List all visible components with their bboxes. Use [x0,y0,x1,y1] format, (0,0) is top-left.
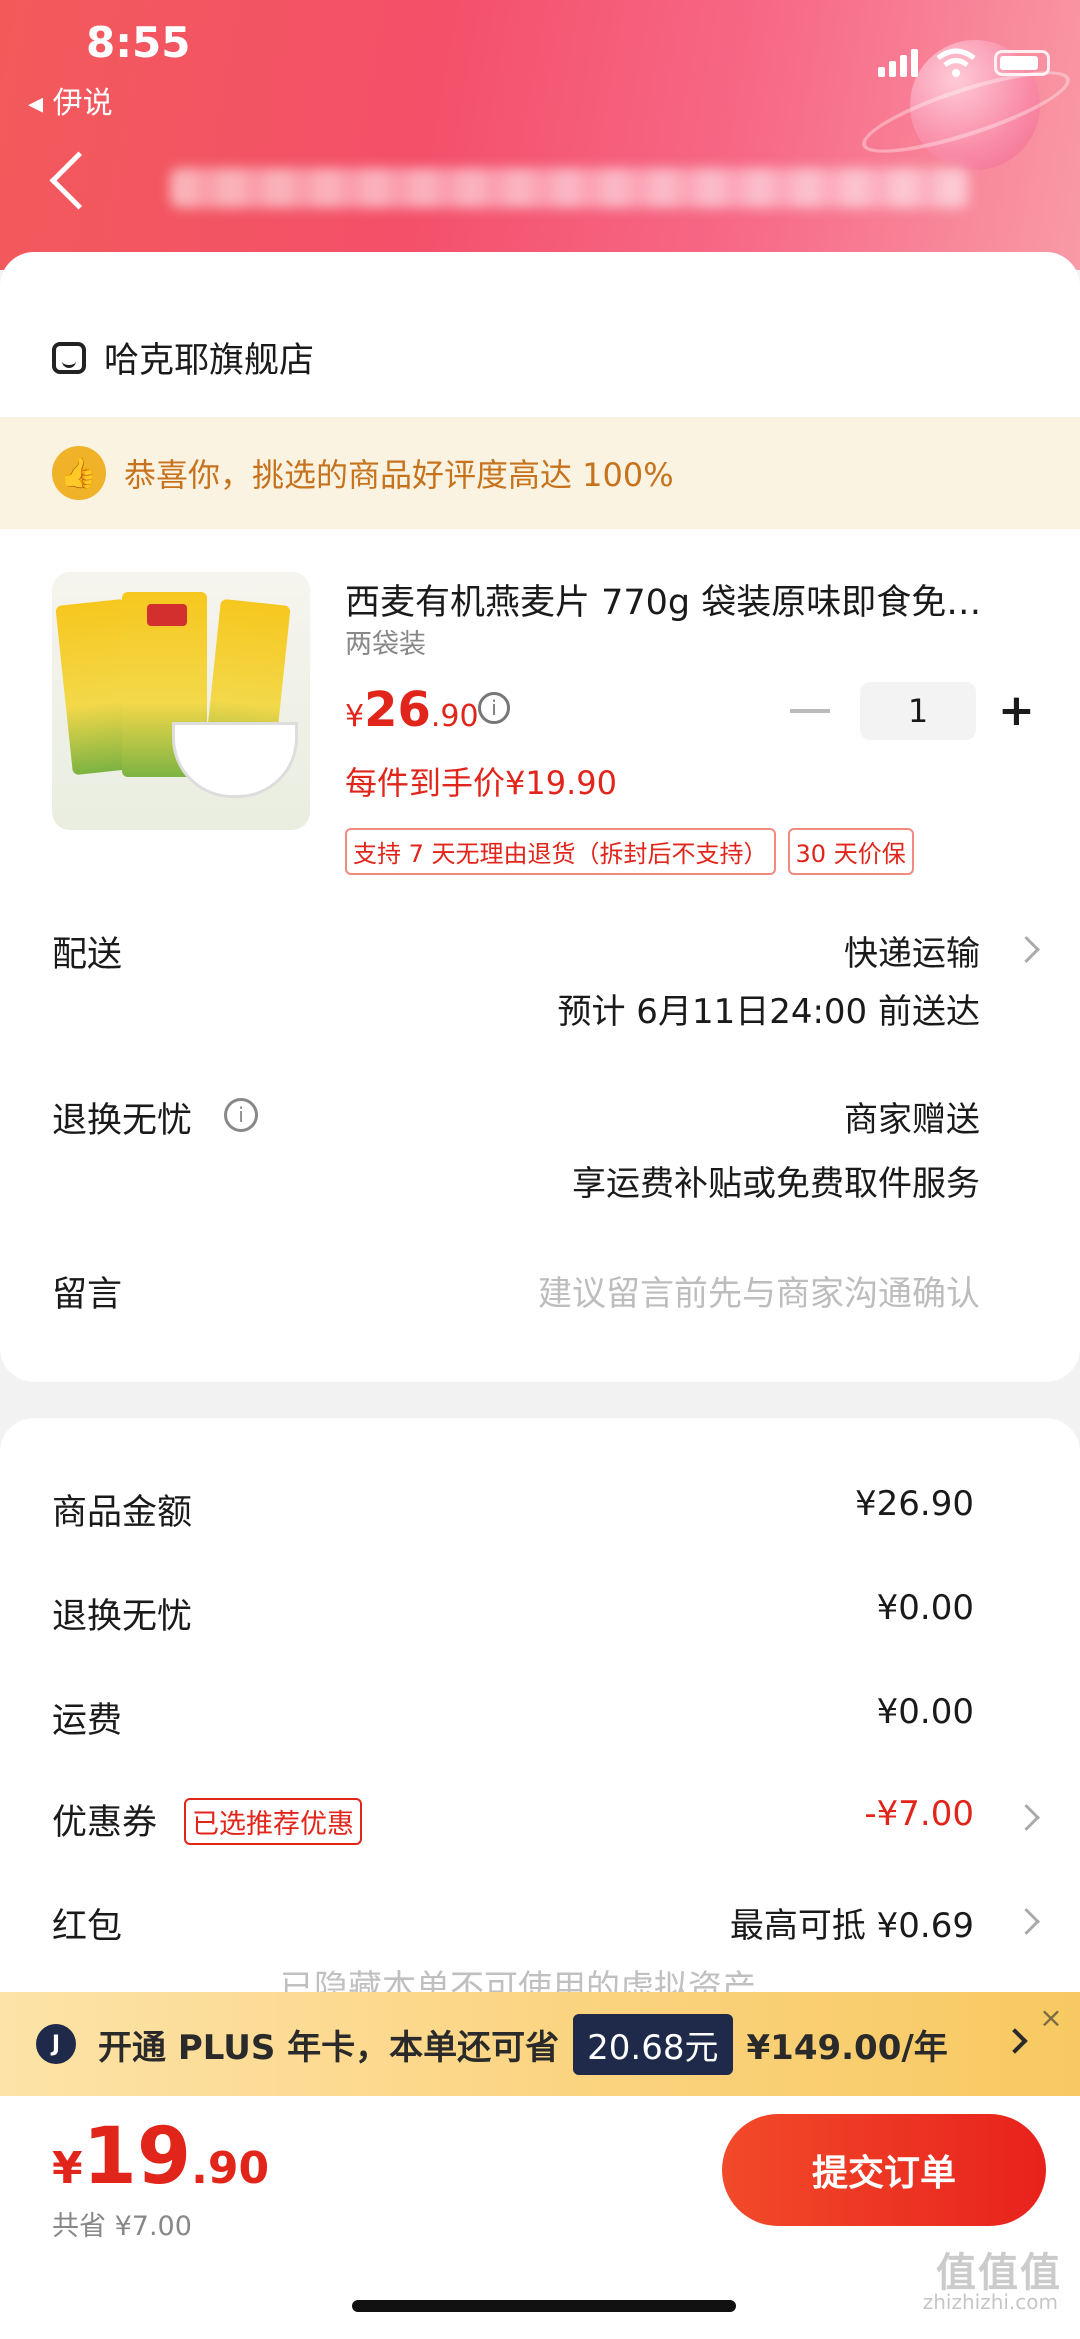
return-label: 退换无忧 [52,1101,193,1141]
header: 8:55 ◂ 伊说 [0,0,1080,270]
plus-price: ¥149.00/年 [746,2027,948,2068]
delivery-label: 配送 [52,935,123,975]
submit-order-button[interactable]: 提交订单 [722,2114,1046,2226]
home-indicator[interactable] [352,2300,736,2312]
plus-chevron-icon[interactable] [1002,2028,1028,2054]
increase-button[interactable]: + [998,689,1035,733]
product-spec: 两袋装 [345,629,426,660]
signal-icon [878,49,918,77]
return-sub: 享运费补贴或免费取件服务 [572,1164,980,1204]
note-input[interactable]: 建议留言前先与商家沟通确认 [538,1266,980,1315]
back-app-label: 伊说 [52,86,113,121]
back-to-app[interactable]: ◂ 伊说 [28,78,113,122]
total-price: ¥19.90 [52,2112,270,2202]
plus-banner[interactable]: J 开通 PLUS 年卡，本单还可省 20.68元 ¥149.00/年 × [0,1992,1080,2096]
each-price: 每件到手价¥19.90 [345,764,617,802]
goods-amount-value: ¥26.90 [855,1484,974,1524]
close-icon[interactable]: × [1034,2000,1068,2034]
price-info-icon[interactable]: i [478,692,510,724]
shop-name: 哈克耶旗舰店 [104,341,315,381]
status-time: 8:55 [86,18,191,67]
praise-bar: 👍 恭喜你，挑选的商品好评度高达 100% [0,417,1080,529]
return-fee-label: 退换无忧 [52,1597,193,1637]
price-protect-tag: 30 天价保 [787,828,914,875]
plus-logo-icon: J [36,2024,76,2064]
thumbs-up-icon: 👍 [52,446,106,500]
return-value: 商家赠送 [844,1100,980,1140]
product-image[interactable] [52,572,310,830]
coupon-label: 优惠券 [52,1803,158,1843]
redpack-value[interactable]: 最高可抵 ¥0.69 [730,1898,974,1947]
return-fee-value: ¥0.00 [876,1588,974,1628]
saved-amount: 共省 ¥7.00 [52,2211,192,2242]
redpack-label: 红包 [52,1907,123,1947]
delivery-method[interactable]: 快递运输 [844,926,980,975]
shop-icon [52,341,86,374]
product-title[interactable]: 西麦有机燕麦片 770g 袋装原味即食免… [345,574,1035,625]
service-tags: 支持 7 天无理由退货（拆封后不支持） 30 天价保 [345,828,914,875]
shipping-label: 运费 [52,1701,123,1741]
return-tag: 支持 7 天无理由退货（拆封后不支持） [345,828,776,875]
return-info-icon[interactable]: i [224,1098,258,1132]
back-arrow-icon[interactable] [49,151,108,210]
order-card: 哈克耶旗舰店 👍 恭喜你，挑选的商品好评度高达 100% 西麦有机燕麦片 770… [0,252,1080,1382]
battery-icon [994,50,1050,76]
decrease-button[interactable] [790,709,830,713]
quantity-stepper: 1 + [790,682,1035,740]
praise-text: 恭喜你，挑选的商品好评度高达 100% [124,456,674,494]
coupon-tag: 已选推荐优惠 [184,1798,362,1845]
goods-amount-label: 商品金额 [52,1493,193,1533]
status-icons [878,48,1050,78]
quantity-input[interactable]: 1 [860,682,976,740]
product-price: ¥26.90 [345,682,479,738]
plus-save-amount: 20.68元 [573,2013,733,2075]
blurred-address [170,168,970,208]
watermark-url: zhizhizhi.com [922,2290,1058,2314]
note-label: 留言 [52,1275,123,1315]
coupon-value[interactable]: -¥7.00 [864,1794,974,1834]
shop-row[interactable]: 哈克耶旗舰店 [52,332,314,383]
wifi-icon [936,48,976,77]
shipping-value: ¥0.00 [876,1692,974,1732]
delivery-eta: 预计 6月11日24:00 前送达 [557,992,981,1032]
plus-text: 开通 PLUS 年卡，本单还可省 [98,2027,560,2068]
